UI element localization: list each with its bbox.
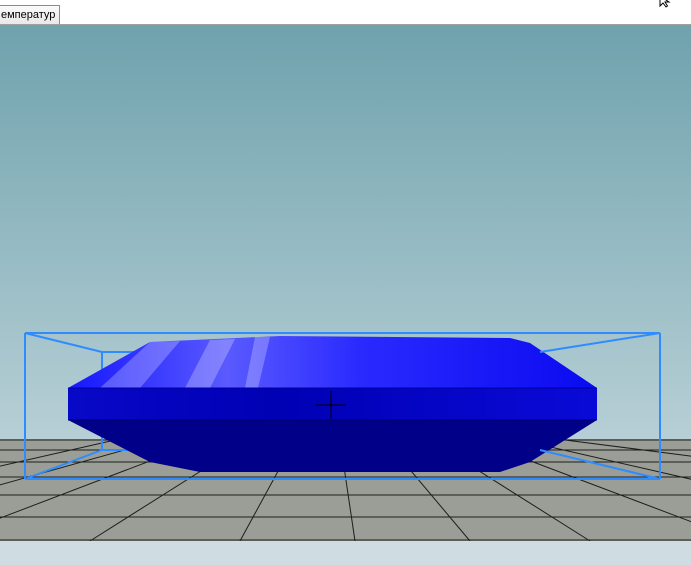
tab-temperature[interactable]: емператур bbox=[0, 5, 61, 24]
tab-bar: емператур bbox=[0, 0, 691, 25]
viewport-floor-band bbox=[0, 541, 691, 565]
blue-3d-object[interactable] bbox=[68, 336, 597, 472]
mouse-pointer-icon bbox=[659, 0, 671, 8]
3d-viewport[interactable] bbox=[0, 25, 691, 565]
